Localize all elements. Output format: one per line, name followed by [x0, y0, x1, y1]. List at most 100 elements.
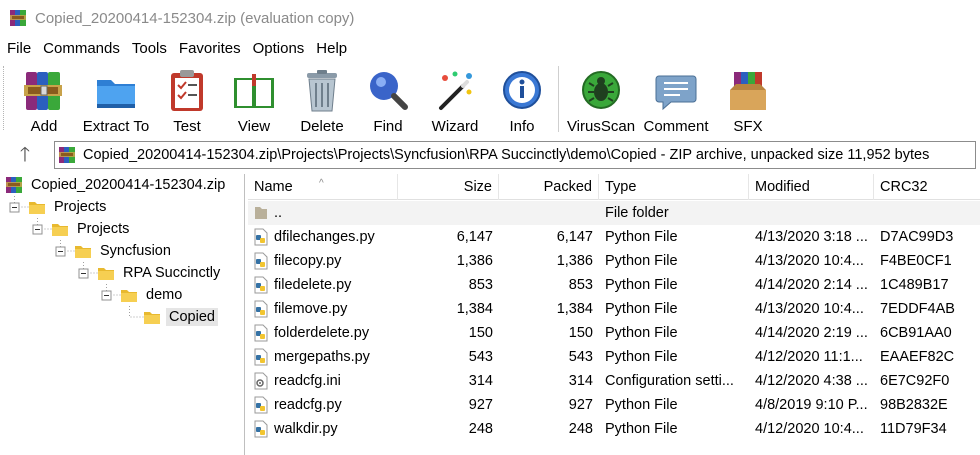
column-header-packed[interactable]: Packed	[499, 174, 599, 200]
cell-size: 248	[468, 421, 493, 437]
trash-can-icon	[307, 70, 337, 112]
column-header-type[interactable]: Type	[599, 174, 749, 200]
column-header-name[interactable]: Name ^	[248, 174, 398, 200]
cell-size: 853	[468, 277, 493, 293]
cell-packed: 314	[568, 373, 593, 389]
extract-to-label: Extract To	[82, 118, 150, 135]
cell-packed: 248	[568, 421, 593, 437]
magic-wand-icon	[439, 71, 472, 110]
file-row[interactable]: filemove.py 1,384 1,384 Python File 4/13/202…	[248, 297, 980, 321]
bug-icon	[582, 71, 620, 109]
list-header: Name ^ Size Packed Type Modified CRC32	[248, 174, 980, 200]
find-label: Find	[373, 118, 403, 135]
info-icon	[503, 71, 541, 109]
cell-name: mergepaths.py	[274, 349, 370, 365]
menu-commands[interactable]: Commands	[36, 38, 125, 60]
file-row[interactable]: walkdir.py 248 248 Python File 4/12/2020 10:…	[248, 417, 980, 441]
cell-crc32: 6E7C92F0	[880, 373, 950, 389]
test-label: Test	[173, 118, 201, 135]
find-button[interactable]: Find	[362, 66, 414, 136]
cell-packed: 6,147	[556, 229, 593, 245]
path-field[interactable]: Copied_20200414-152304.zip\Projects\Proj…	[54, 141, 976, 169]
cell-name: filemove.py	[274, 301, 348, 317]
folder-tree: Copied_20200414-152304.zip Projects Proj…	[0, 174, 245, 455]
cell-type: Python File	[605, 397, 678, 413]
cell-type: Python File	[605, 229, 678, 245]
file-list: Name ^ Size Packed Type Modified CRC32 .…	[248, 174, 980, 455]
file-row[interactable]: readcfg.py 927 927 Python File 4/8/2019 9:10…	[248, 393, 980, 417]
file-row[interactable]: filedelete.py 853 853 Python File 4/14/2020 …	[248, 273, 980, 297]
cell-modified: 4/14/2020 2:14 ...	[755, 277, 868, 293]
file-row[interactable]: mergepaths.py 543 543 Python File 4/12/2020 …	[248, 345, 980, 369]
cell-size: 150	[468, 325, 493, 341]
view-label: View	[237, 118, 271, 135]
file-row[interactable]: filecopy.py 1,386 1,386 Python File 4/13/202…	[248, 249, 980, 273]
virusscan-button[interactable]: VirusScan	[566, 66, 636, 136]
menu-favorites[interactable]: Favorites	[172, 38, 246, 60]
up-one-level-button[interactable]: 🡑	[10, 142, 40, 168]
address-bar: 🡑 Copied_20200414-152304.zip\Projects\Pr…	[0, 138, 980, 172]
path-text: Copied_20200414-152304.zip\Projects\Proj…	[83, 147, 930, 163]
folder-extract-icon	[97, 80, 135, 108]
cell-type: Python File	[605, 301, 678, 317]
test-button[interactable]: Test	[163, 66, 211, 136]
info-button[interactable]: Info	[498, 66, 546, 136]
column-header-crc32[interactable]: CRC32	[874, 174, 980, 200]
archive-icon	[6, 177, 22, 193]
menu-tools[interactable]: Tools	[125, 38, 172, 60]
file-row[interactable]: dfilechanges.py 6,147 6,147 Python File 4/13…	[248, 225, 980, 249]
cell-modified: 4/13/2020 10:4...	[755, 301, 864, 317]
winrar-app-icon	[10, 10, 26, 26]
column-header-modified[interactable]: Modified	[749, 174, 874, 200]
speech-bubble-icon	[655, 75, 697, 111]
cell-name: dfilechanges.py	[274, 229, 375, 245]
sfx-label: SFX	[733, 118, 763, 135]
cell-modified: 4/13/2020 3:18 ...	[755, 229, 868, 245]
extract-to-button[interactable]: Extract To	[80, 66, 152, 136]
file-row[interactable]: readcfg.ini 314 314 Configuration setti... 4…	[248, 369, 980, 393]
cell-packed: 150	[568, 325, 593, 341]
cell-name: filecopy.py	[274, 253, 342, 269]
toolbar-separator	[558, 66, 559, 132]
toolbar: Add Extract To Test View Delete Find Wiz…	[0, 62, 980, 136]
sfx-button[interactable]: SFX	[722, 66, 774, 136]
delete-button[interactable]: Delete	[294, 66, 350, 136]
cell-size: 927	[468, 397, 493, 413]
folder-icon	[75, 246, 91, 258]
column-header-size[interactable]: Size	[398, 174, 499, 200]
wizard-button[interactable]: Wizard	[428, 66, 482, 136]
virusscan-label: VirusScan	[566, 118, 636, 135]
tree-node-label: Copied_20200414-152304.zip	[31, 177, 226, 193]
books-icon	[24, 72, 62, 110]
menu-help[interactable]: Help	[309, 38, 352, 60]
open-book-icon	[234, 74, 274, 108]
cell-crc32: F4BE0CF1	[880, 253, 952, 269]
tree-node-label: Syncfusion	[100, 243, 171, 259]
cell-type: Python File	[605, 349, 678, 365]
tree-node-label: Projects	[54, 199, 107, 215]
cell-crc32: 98B2832E	[880, 397, 948, 413]
menu-file[interactable]: File	[0, 38, 36, 60]
window-title: Copied_20200414-152304.zip (evaluation c…	[35, 10, 355, 27]
toolbar-grip[interactable]	[3, 66, 9, 130]
cell-type: Configuration setti...	[605, 373, 734, 389]
folder-icon	[144, 312, 160, 324]
cell-modified: 4/13/2020 10:4...	[755, 253, 864, 269]
cell-name: walkdir.py	[274, 421, 338, 437]
menu-options[interactable]: Options	[246, 38, 310, 60]
cell-modified: 4/12/2020 11:1...	[755, 349, 863, 365]
arrow-up-icon: 🡑	[19, 144, 31, 166]
add-button[interactable]: Add	[18, 66, 70, 136]
cell-type: Python File	[605, 277, 678, 293]
cell-modified: 4/12/2020 4:38 ...	[755, 373, 868, 389]
view-button[interactable]: View	[226, 66, 282, 136]
cell-size: 1,384	[456, 301, 493, 317]
cell-crc32: 11D79F34	[880, 421, 947, 437]
parent-folder-row[interactable]: .. File folder	[248, 201, 980, 225]
cell-name: readcfg.py	[274, 397, 342, 413]
cell-name: ..	[274, 205, 283, 221]
comment-button[interactable]: Comment	[642, 66, 710, 136]
cell-modified: 4/14/2020 2:19 ...	[755, 325, 868, 341]
folder-icon	[52, 224, 68, 236]
file-row[interactable]: folderdelete.py 150 150 Python File 4/14/202…	[248, 321, 980, 345]
